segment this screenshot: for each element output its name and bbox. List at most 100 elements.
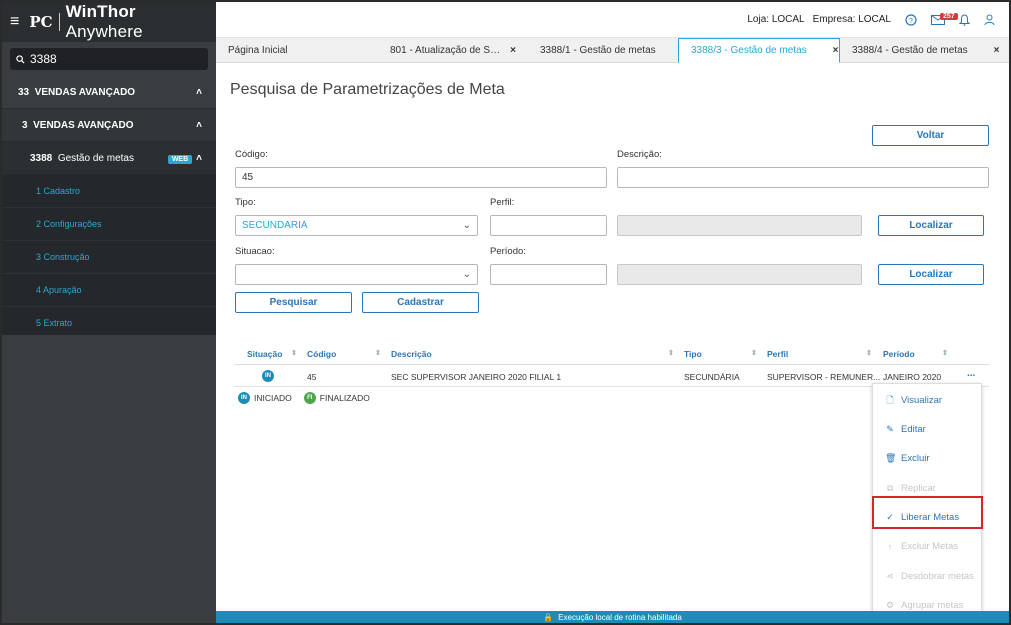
table-header: Situação ⇕ Código ⇕ Descrição ⇕ Tipo ⇕ P… (234, 344, 989, 365)
menu-item-label: Editar (901, 424, 926, 435)
menu-item-visualizar[interactable]: 🗋 Visualizar (873, 386, 983, 415)
sidebar-group-label: 3388 Gestão de metas (30, 153, 134, 164)
perfil-label: Perfil: (490, 197, 515, 208)
brand-name-bold: WinThor (65, 2, 136, 21)
cell-descricao: SEC SUPERVISOR JANEIRO 2020 FILIAL 1 (391, 372, 562, 382)
share-icon: ⋖ (886, 571, 894, 581)
col-situacao[interactable]: Situação (247, 349, 282, 359)
brand-name: WinThor Anywhere (66, 2, 216, 42)
col-periodo[interactable]: Período (883, 349, 915, 359)
sidebar-item-configuracoes[interactable]: 2 Configurações (2, 208, 216, 241)
group-code: 3 (22, 119, 28, 131)
lock-icon: 🔒 (543, 612, 554, 622)
periodo-code-field[interactable] (490, 264, 607, 285)
codigo-label: Código: (235, 149, 268, 160)
close-icon[interactable]: × (994, 45, 1000, 56)
tab-3388-3[interactable]: 3388/3 - Gestão de metas × (678, 38, 840, 63)
sort-icon[interactable]: ⇕ (668, 349, 674, 357)
tab-label: 3388/4 - Gestão de metas (852, 45, 968, 56)
situacao-select[interactable]: ⌄ (235, 264, 478, 285)
sidebar-search-value: 3388 (30, 52, 57, 66)
tab-label: 3388/1 - Gestão de metas (540, 45, 656, 56)
group-label: VENDAS AVANÇADO (33, 119, 134, 131)
menu-item-label: Replicar (901, 483, 936, 494)
menu-item-editar[interactable]: ✎ Editar (873, 415, 983, 444)
status-badge: IN (262, 370, 274, 382)
search-icon (16, 54, 25, 64)
sidebar-item-construcao[interactable]: 3 Construção (2, 241, 216, 274)
file-icon: 🗋 (886, 394, 894, 405)
user-icon[interactable] (984, 14, 995, 26)
tab-label: 3388/3 - Gestão de metas (691, 45, 807, 56)
menu-item-excluir[interactable]: 🗑 Excluir (873, 444, 983, 473)
group-code: 3388 (30, 152, 53, 164)
sort-icon[interactable]: ⇕ (942, 349, 948, 357)
group-right: WEB ˄ (167, 153, 202, 164)
menu-item-label: Agrupar metas (901, 600, 964, 611)
localizar-perfil-button[interactable]: Localizar (878, 215, 984, 236)
tipo-value: SECUNDARIA (242, 220, 308, 231)
trash-icon: 🗑 (885, 453, 897, 463)
svg-text:?: ? (909, 17, 913, 24)
gear-icon: ⚙ (885, 600, 895, 610)
cell-periodo: JANEIRO 2020 (883, 372, 942, 382)
chevron-up-icon: ˄ (196, 86, 202, 98)
mail-count-badge: 257 (940, 12, 958, 20)
bell-icon[interactable] (959, 13, 970, 26)
sidebar-search-input[interactable]: 3388 (10, 48, 208, 70)
page-title: Pesquisa de Parametrizações de Meta (230, 81, 505, 98)
descricao-label: Descrição: (617, 149, 662, 160)
sort-icon[interactable]: ⇕ (375, 349, 381, 357)
sidebar-group-label: 3 VENDAS AVANÇADO (22, 120, 134, 131)
legend-label: FINALIZADO (319, 393, 370, 403)
menu-item-excluir-metas: ↑ Excluir Metas (873, 532, 983, 561)
tab-3388-1[interactable]: 3388/1 - Gestão de metas× (528, 38, 689, 63)
chevron-down-icon: ⌄ (462, 220, 471, 231)
close-icon[interactable]: × (833, 45, 839, 56)
tipo-select[interactable]: SECUNDARIA ⌄ (235, 215, 478, 236)
cell-perfil: SUPERVISOR - REMUNER... (767, 372, 881, 382)
localizar-periodo-button[interactable]: Localizar (878, 264, 984, 285)
tab-pagina-inicial[interactable]: Página Inicial (216, 38, 378, 63)
menu-item-label: Visualizar (901, 395, 943, 406)
tab-label: 801 - Atualização de Serviços ... (390, 45, 500, 56)
legend-item-finalizado: FI FINALIZADO (303, 392, 370, 404)
perfil-code-field[interactable] (490, 215, 607, 236)
tab-3388-4[interactable]: 3388/4 - Gestão de metas × (840, 38, 1000, 63)
col-tipo[interactable]: Tipo (684, 349, 702, 359)
tab-bar: Página Inicial 801 - Atualização de Serv… (216, 38, 1009, 63)
close-icon[interactable]: × (510, 45, 516, 56)
sidebar-group-3388[interactable]: 3388 Gestão de metas WEB ˄ (2, 142, 216, 175)
sidebar-group-3[interactable]: 3 VENDAS AVANÇADO ˄ (2, 109, 216, 142)
hamburger-menu-icon[interactable]: ≡ (10, 13, 19, 31)
col-codigo[interactable]: Código (307, 349, 336, 359)
sidebar-empty-area (2, 335, 216, 623)
sidebar-group-33[interactable]: 33 VENDAS AVANÇADO ˄ (2, 76, 216, 109)
vertical-scrollbar[interactable] (1003, 73, 1009, 613)
status-text: Execução local de rotina habilitada (558, 612, 682, 622)
sort-icon[interactable]: ⇕ (751, 349, 757, 357)
sidebar-item-cadastro[interactable]: 1 Cadastro (2, 175, 216, 208)
cell-codigo: 45 (307, 372, 317, 382)
col-perfil[interactable]: Perfil (767, 349, 788, 359)
pesquisar-button[interactable]: Pesquisar (235, 292, 352, 313)
sort-icon[interactable]: ⇕ (291, 349, 297, 357)
legend-label: INICIADO (254, 393, 292, 403)
sidebar-item-apuracao[interactable]: 4 Apuração (2, 274, 216, 307)
voltar-button[interactable]: Voltar (872, 125, 989, 146)
menu-item-label: Desdobrar metas (901, 571, 974, 582)
legend-badge: FI (303, 392, 316, 404)
sort-icon[interactable]: ⇕ (866, 349, 872, 357)
help-icon[interactable]: ? (905, 13, 917, 26)
col-descricao[interactable]: Descrição (391, 349, 432, 359)
web-badge: WEB (167, 154, 193, 164)
brand-logo: PC (29, 13, 60, 31)
cell-situacao: IN (262, 369, 274, 382)
row-actions-button[interactable]: ... (967, 368, 975, 379)
periodo-label: Período: (490, 246, 526, 257)
descricao-field[interactable] (617, 167, 989, 188)
cadastrar-button[interactable]: Cadastrar (362, 292, 479, 313)
mail-icon[interactable]: 257 (931, 12, 958, 25)
tab-801[interactable]: 801 - Atualização de Serviços ... × (378, 38, 528, 63)
codigo-field[interactable]: 45 (235, 167, 607, 188)
